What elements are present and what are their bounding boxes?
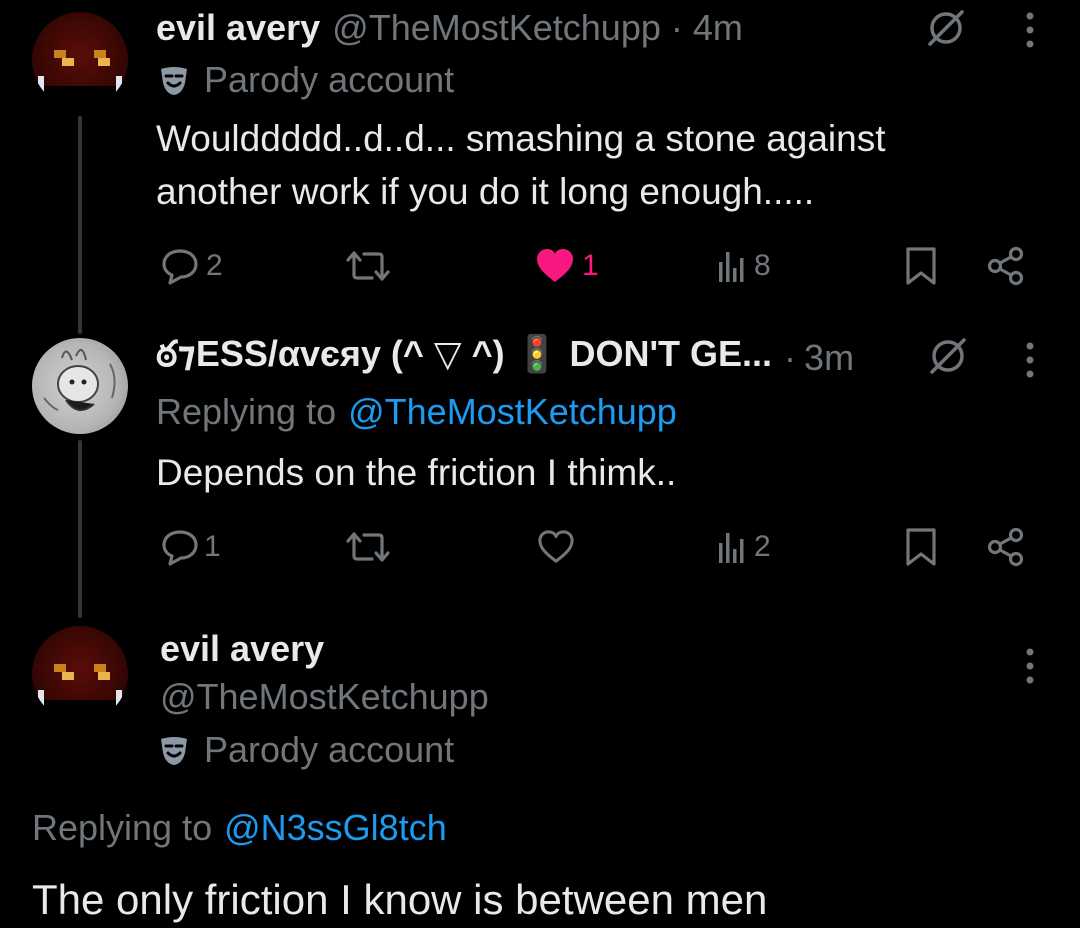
display-name[interactable]: evil avery [160, 628, 324, 670]
retweet-icon [346, 532, 390, 562]
views-count: 8 [754, 249, 771, 282]
display-name[interactable]: ఠ⁊ESS/αvєяy (^ ▽ ^) 🚦 DON'T GE... [156, 333, 772, 384]
separator: · [784, 337, 797, 378]
share-icon[interactable] [986, 246, 1026, 286]
more-options-icon[interactable] [1020, 340, 1040, 384]
avatar[interactable] [32, 626, 128, 722]
views-icon [719, 533, 744, 563]
replying-handle-link[interactable]: @TheMostKetchupp [348, 391, 677, 433]
avatar[interactable] [32, 338, 128, 434]
grok-icon[interactable] [926, 334, 970, 378]
retweet-button[interactable] [344, 246, 392, 286]
views-count: 2 [754, 530, 771, 563]
views-icon [719, 252, 744, 282]
post-text-line: Woulddddd..d..d... smashing a stone agai… [156, 118, 886, 159]
more-options-icon[interactable] [1020, 10, 1040, 54]
parody-label: Parody account [158, 58, 454, 102]
timestamp[interactable]: 4m [693, 7, 743, 49]
display-name[interactable]: evil avery [156, 7, 320, 49]
post-text: The only friction I know is between men [32, 872, 767, 928]
retweet-icon [346, 251, 390, 281]
like-count: 1 [582, 249, 599, 282]
bookmark-icon[interactable] [904, 527, 938, 567]
replying-handle-link[interactable]: @N3ssGl8tch [224, 807, 447, 849]
post-text-line: another work if you do it long enough...… [156, 171, 815, 212]
label-text: Parody account [204, 59, 455, 100]
reply-button[interactable]: 2 [160, 246, 223, 286]
post-header: ఠ⁊ESS/αvєяy (^ ▽ ^) 🚦 DON'T GE... · 3m [156, 333, 854, 380]
replying-prefix: Replying to [156, 391, 337, 432]
share-icon[interactable] [986, 527, 1026, 567]
post-text: Woulddddd..d..d... smashing a stone agai… [156, 112, 886, 218]
thread-line [78, 440, 82, 618]
post-text-line: The only friction I know is between men [32, 876, 768, 923]
post-text: Depends on the friction I thimk.. [156, 446, 676, 499]
avatar[interactable] [32, 12, 128, 108]
replying-to: Replying to @N3ssGl8tch [32, 806, 447, 850]
heart-outline-icon [538, 530, 574, 563]
retweet-button[interactable] [344, 527, 392, 567]
reply-button[interactable]: 1 [160, 527, 221, 567]
reply-count: 2 [206, 249, 223, 282]
reply-icon [162, 530, 198, 566]
post-text-line: Depends on the friction I thimk.. [156, 452, 677, 493]
parody-mask-icon [161, 67, 187, 95]
reply-count: 1 [204, 530, 221, 563]
post-header: evil avery @TheMostKetchupp · 4m [156, 6, 743, 50]
reply-icon [162, 249, 198, 285]
views-button[interactable]: 2 [716, 527, 771, 567]
bookmark-icon[interactable] [904, 246, 938, 286]
like-button[interactable]: 1 [534, 246, 599, 286]
like-button[interactable] [536, 527, 576, 567]
replying-to: Replying to @TheMostKetchupp [156, 390, 677, 434]
handle[interactable]: @TheMostKetchupp [160, 676, 489, 718]
replying-prefix: Replying to [32, 807, 213, 848]
heart-filled-icon [537, 249, 573, 282]
more-options-icon[interactable] [1020, 646, 1040, 690]
handle[interactable]: @TheMostKetchupp [332, 7, 661, 49]
parody-label: Parody account [158, 728, 454, 772]
separator: · [670, 7, 683, 48]
thread-line [78, 116, 82, 334]
grok-icon[interactable] [924, 6, 968, 50]
parody-mask-icon [161, 737, 187, 765]
label-text: Parody account [204, 729, 455, 770]
timestamp[interactable]: 3m [804, 337, 854, 379]
views-button[interactable]: 8 [716, 246, 771, 286]
